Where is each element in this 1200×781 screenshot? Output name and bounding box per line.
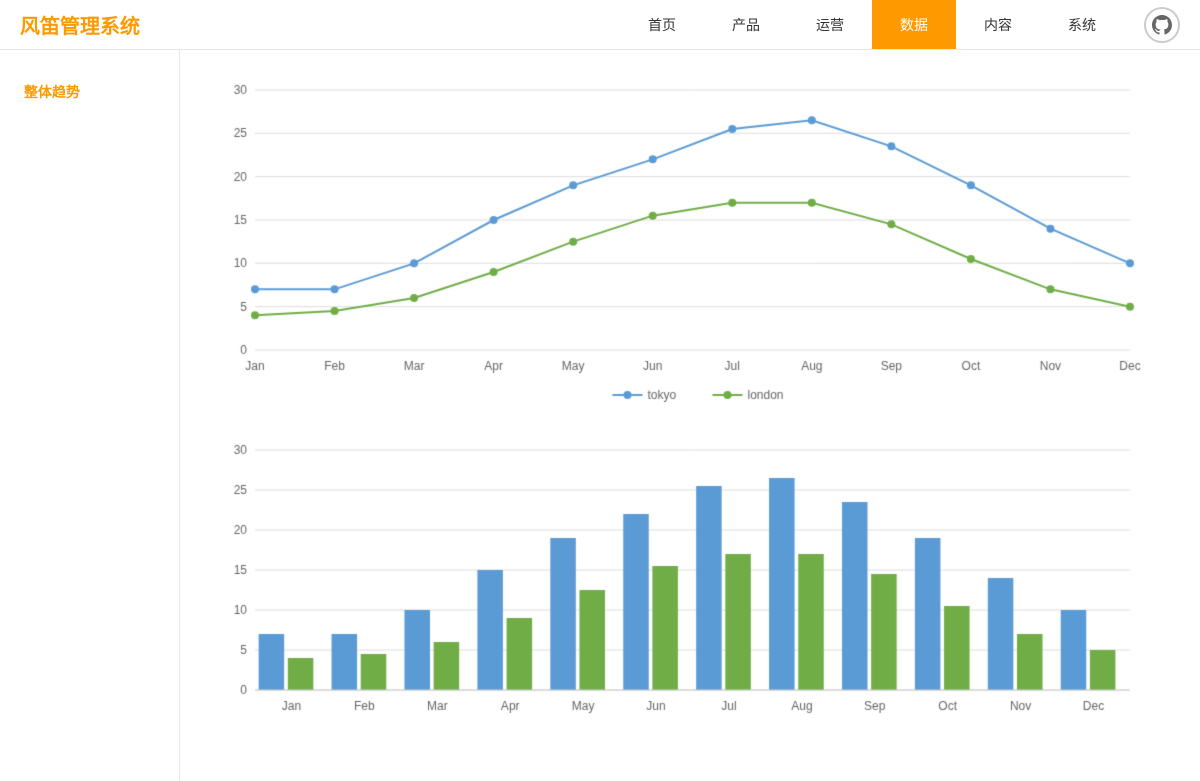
- line-chart-container: [210, 70, 1170, 410]
- bar-chart: [210, 430, 1150, 750]
- app-logo: 风笛管理系统: [20, 10, 140, 39]
- nav-product[interactable]: 产品: [704, 0, 788, 49]
- main-content: [180, 50, 1200, 781]
- sidebar: 整体趋势: [0, 50, 180, 781]
- bar-chart-container: [210, 430, 1170, 750]
- github-icon[interactable]: [1144, 7, 1180, 43]
- sidebar-item-trend[interactable]: 整体趋势: [0, 70, 179, 114]
- nav-operation[interactable]: 运营: [788, 0, 872, 49]
- line-chart: [210, 70, 1150, 410]
- nav-system[interactable]: 系统: [1040, 0, 1124, 49]
- nav-content[interactable]: 内容: [956, 0, 1040, 49]
- header: 风笛管理系统 首页 产品 运营 数据 内容 系统: [0, 0, 1200, 50]
- main-nav: 首页 产品 运营 数据 内容 系统: [620, 0, 1124, 49]
- nav-home[interactable]: 首页: [620, 0, 704, 49]
- layout: 整体趋势: [0, 50, 1200, 781]
- nav-data[interactable]: 数据: [872, 0, 956, 49]
